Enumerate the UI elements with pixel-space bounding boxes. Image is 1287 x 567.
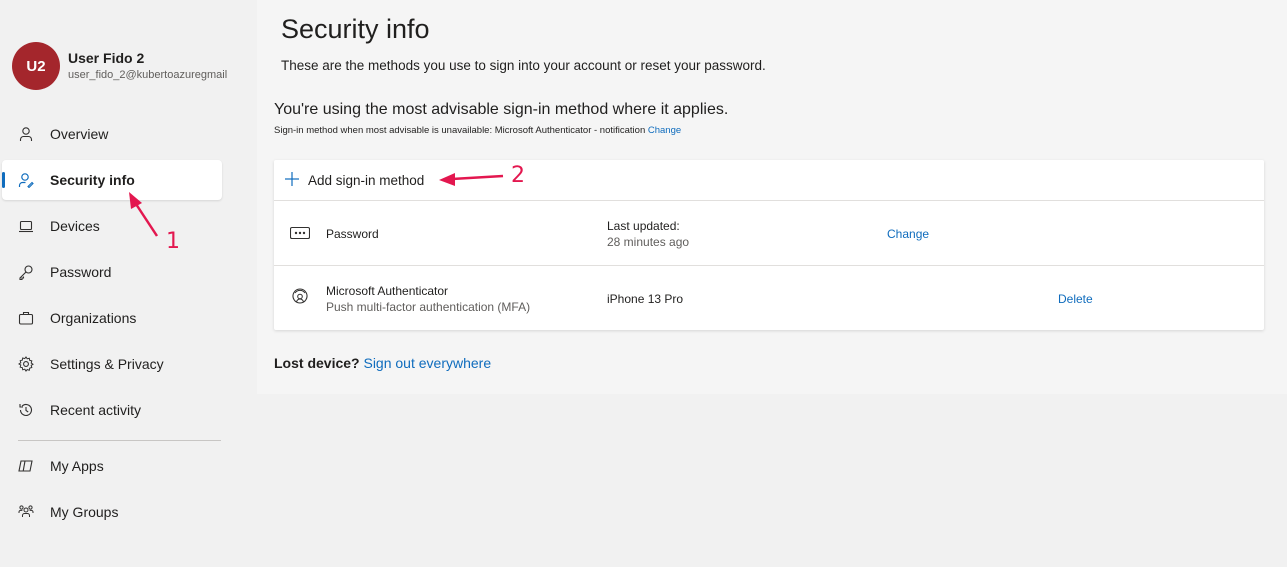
annotation-arrow-2 [439,173,504,186]
annotation-arrow-1 [129,192,159,237]
annotation-arrows [129,173,504,237]
annotation-step-1: 1 [166,229,180,254]
annotation-step-2: 2 [511,163,525,188]
